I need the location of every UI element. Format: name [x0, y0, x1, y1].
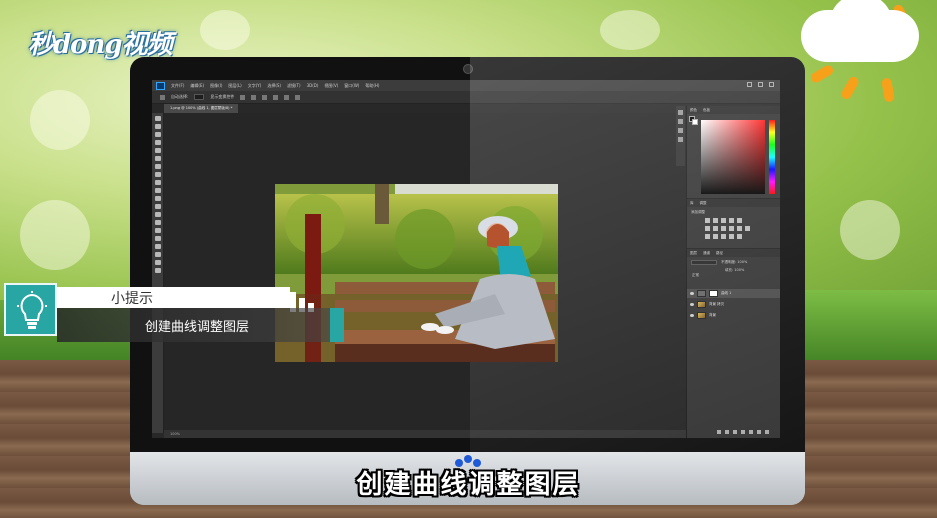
video-subtitle: 创建曲线调整图层 — [356, 470, 581, 500]
tip-title-bar — [57, 287, 290, 308]
bokeh-light — [200, 10, 250, 50]
document-tabs: 1.png @ 100% (曲线 1, 图层蒙版/8) * — [164, 104, 239, 113]
bokeh-light — [30, 90, 90, 150]
grass-right — [797, 290, 937, 370]
menu-filter[interactable]: 滤镜(T) — [287, 83, 301, 89]
menu-help[interactable]: 帮助(H) — [365, 83, 379, 89]
healing-tool-icon[interactable] — [154, 164, 161, 169]
sun-cloud-decoration — [801, 0, 919, 110]
menu-3d[interactable]: 3D(D) — [307, 83, 319, 88]
menu-layer[interactable]: 图层(L) — [228, 83, 241, 89]
brush-tool-icon[interactable] — [154, 172, 161, 177]
show-transform-checkbox[interactable]: 显示变换控件 — [210, 94, 234, 100]
pen-tool-icon[interactable] — [154, 228, 161, 233]
gradient-tool-icon[interactable] — [154, 204, 161, 209]
align-icon[interactable] — [251, 94, 257, 100]
dodge-tool-icon[interactable] — [154, 220, 161, 225]
tip-accent — [330, 308, 344, 342]
menu-edit[interactable]: 编辑(E) — [190, 83, 204, 89]
shape-tool-icon[interactable] — [154, 252, 161, 257]
menu-type[interactable]: 文字(Y) — [248, 83, 262, 89]
bokeh-light — [20, 200, 90, 270]
menu-image[interactable]: 图像(I) — [210, 83, 222, 89]
align-icon[interactable] — [240, 94, 246, 100]
stamp-tool-icon[interactable] — [154, 180, 161, 185]
menu-view[interactable]: 视图(V) — [324, 83, 338, 89]
group-select[interactable] — [194, 94, 205, 100]
auto-select-checkbox[interactable]: 自动选择: — [171, 94, 188, 100]
quick-select-tool-icon[interactable] — [154, 140, 161, 145]
crop-tool-icon[interactable] — [154, 148, 161, 153]
lasso-tool-icon[interactable] — [154, 132, 161, 137]
menu-window[interactable]: 窗口(W) — [344, 83, 359, 89]
menu-select[interactable]: 选择(S) — [267, 83, 281, 89]
menu-file[interactable]: 文件(F) — [171, 83, 184, 89]
move-tool-icon[interactable] — [160, 94, 165, 100]
tools-panel — [152, 113, 164, 433]
path-select-icon[interactable] — [154, 244, 161, 249]
blur-tool-icon[interactable] — [154, 212, 161, 217]
type-tool-icon[interactable] — [154, 236, 161, 241]
distribute-icon[interactable] — [284, 94, 290, 100]
bokeh-light — [840, 200, 900, 260]
marquee-tool-icon[interactable] — [154, 124, 161, 129]
3d-mode-icon[interactable] — [295, 94, 301, 100]
ps-logo-icon — [156, 81, 165, 90]
eraser-tool-icon[interactable] — [154, 196, 161, 201]
lightbulb-icon — [4, 283, 57, 336]
tab-document[interactable]: 1.png @ 100% (曲线 1, 图层蒙版/8) * — [164, 104, 239, 113]
distribute-icon[interactable] — [273, 94, 279, 100]
align-icon[interactable] — [262, 94, 268, 100]
brand-logo: 秒dong视频 — [28, 29, 173, 60]
history-brush-icon[interactable] — [154, 188, 161, 193]
eyedropper-tool-icon[interactable] — [154, 156, 161, 161]
tip-title: 小提示 — [111, 290, 153, 306]
move-tool-icon[interactable] — [154, 116, 161, 121]
zoom-tool-icon[interactable] — [154, 268, 161, 273]
tip-text: 创建曲线调整图层 — [145, 319, 250, 334]
bokeh-light — [600, 10, 660, 50]
hand-tool-icon[interactable] — [154, 260, 161, 265]
